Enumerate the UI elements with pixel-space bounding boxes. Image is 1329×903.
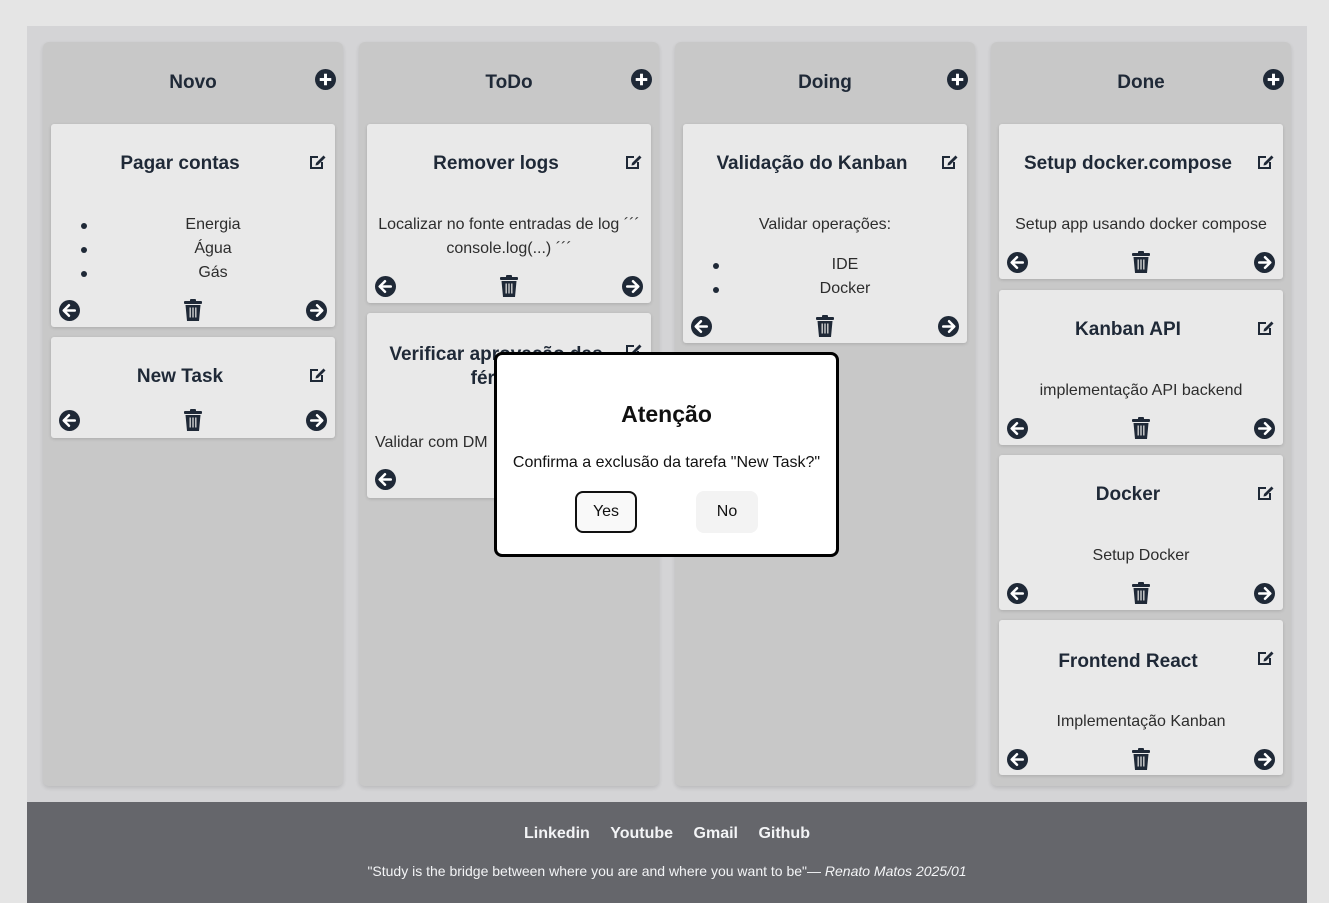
yes-button[interactable]: Yes — [575, 491, 637, 533]
edit-icon[interactable] — [1255, 152, 1275, 172]
list-item: Docker — [683, 277, 967, 301]
add-card-icon[interactable] — [1263, 69, 1284, 90]
card-description: Setup Docker — [1092, 547, 1190, 564]
list-item: Gás — [51, 261, 335, 285]
column-done: Done Setup docker.compose Setup app usan… — [991, 42, 1291, 786]
card-title: Docker — [1095, 484, 1161, 505]
move-right-icon[interactable] — [1254, 749, 1275, 770]
edit-icon[interactable] — [307, 152, 327, 172]
task-card: Validação do Kanban Validar operações: I… — [683, 124, 967, 343]
task-card: New Task — [51, 337, 335, 438]
dialog-message: Confirma a exclusão da tarefa "New Task?… — [512, 454, 821, 471]
move-left-icon[interactable] — [59, 410, 80, 431]
trash-icon[interactable] — [499, 275, 519, 297]
trash-icon[interactable] — [1131, 251, 1151, 273]
list-item: Água — [51, 237, 335, 261]
card-title: Validação do Kanban — [716, 153, 908, 174]
move-right-icon[interactable] — [1254, 252, 1275, 273]
column-title: ToDo — [485, 72, 533, 93]
footer: Linkedin Youtube Gmail Github "Study is … — [27, 802, 1307, 903]
move-right-icon[interactable] — [938, 316, 959, 337]
move-left-icon[interactable] — [1007, 252, 1028, 273]
card-title: Remover logs — [433, 153, 559, 174]
trash-icon[interactable] — [1131, 417, 1151, 439]
card-description: Localizar no fonte entradas de log ´´´ c… — [378, 216, 640, 257]
dialog-title: Atenção — [621, 401, 712, 427]
card-title: New Task — [136, 366, 224, 387]
add-card-icon[interactable] — [947, 69, 968, 90]
add-card-icon[interactable] — [315, 69, 336, 90]
task-card: Kanban API implementação API backend — [999, 290, 1283, 445]
column-title: Novo — [169, 72, 217, 93]
move-left-icon[interactable] — [375, 276, 396, 297]
move-right-icon[interactable] — [1254, 418, 1275, 439]
task-card: Setup docker.compose Setup app usando do… — [999, 124, 1283, 279]
task-card: Docker Setup Docker — [999, 455, 1283, 610]
card-description: implementação API backend — [1039, 382, 1243, 399]
trash-icon[interactable] — [1131, 748, 1151, 770]
task-card: Frontend React Implementação Kanban — [999, 620, 1283, 775]
task-card: Remover logs Localizar no fonte entradas… — [367, 124, 651, 303]
card-description: Validar operações: — [758, 216, 892, 233]
card-title: Pagar contas — [120, 153, 240, 174]
column-title: Doing — [798, 72, 852, 93]
quote-author: Renato Matos 2025/01 — [824, 863, 967, 879]
move-right-icon[interactable] — [1254, 583, 1275, 604]
edit-icon[interactable] — [1255, 483, 1275, 503]
list-item: Energia — [51, 213, 335, 237]
trash-icon[interactable] — [815, 315, 835, 337]
card-title: Setup docker.compose — [1023, 153, 1232, 174]
card-title: Kanban API — [1075, 319, 1181, 340]
move-left-icon[interactable] — [59, 300, 80, 321]
edit-icon[interactable] — [1255, 648, 1275, 668]
edit-icon[interactable] — [939, 152, 959, 172]
card-title: Frontend React — [1058, 651, 1198, 672]
card-description: Implementação Kanban — [1056, 713, 1226, 730]
confirm-dialog: Atenção Confirma a exclusão da tarefa "N… — [494, 352, 839, 557]
move-left-icon[interactable] — [1007, 583, 1028, 604]
move-right-icon[interactable] — [306, 410, 327, 431]
list-item: IDE — [683, 253, 967, 277]
link-github[interactable]: Github — [758, 825, 810, 843]
move-left-icon[interactable] — [1007, 749, 1028, 770]
trash-icon[interactable] — [183, 409, 203, 431]
card-description: Setup app usando docker compose — [1015, 216, 1267, 233]
edit-icon[interactable] — [307, 365, 327, 385]
trash-icon[interactable] — [1131, 582, 1151, 604]
move-left-icon[interactable] — [691, 316, 712, 337]
move-right-icon[interactable] — [622, 276, 643, 297]
column-novo: Novo Pagar contas Energia Água Gás New T… — [43, 42, 343, 786]
column-title: Done — [1117, 72, 1165, 93]
footer-links: Linkedin Youtube Gmail Github — [27, 825, 1307, 843]
link-youtube[interactable]: Youtube — [610, 825, 673, 843]
move-left-icon[interactable] — [375, 469, 396, 490]
link-linkedin[interactable]: Linkedin — [524, 825, 590, 843]
add-card-icon[interactable] — [631, 69, 652, 90]
footer-quote: "Study is the bridge between where you a… — [27, 863, 1307, 879]
edit-icon[interactable] — [623, 152, 643, 172]
no-button[interactable]: No — [696, 491, 758, 533]
trash-icon[interactable] — [183, 299, 203, 321]
quote-text: "Study is the bridge between where you a… — [367, 863, 825, 879]
edit-icon[interactable] — [1255, 318, 1275, 338]
link-gmail[interactable]: Gmail — [694, 825, 738, 843]
task-card: Pagar contas Energia Água Gás — [51, 124, 335, 327]
card-list: IDE Docker — [683, 253, 967, 301]
card-list: Energia Água Gás — [51, 213, 335, 285]
move-right-icon[interactable] — [306, 300, 327, 321]
move-left-icon[interactable] — [1007, 418, 1028, 439]
